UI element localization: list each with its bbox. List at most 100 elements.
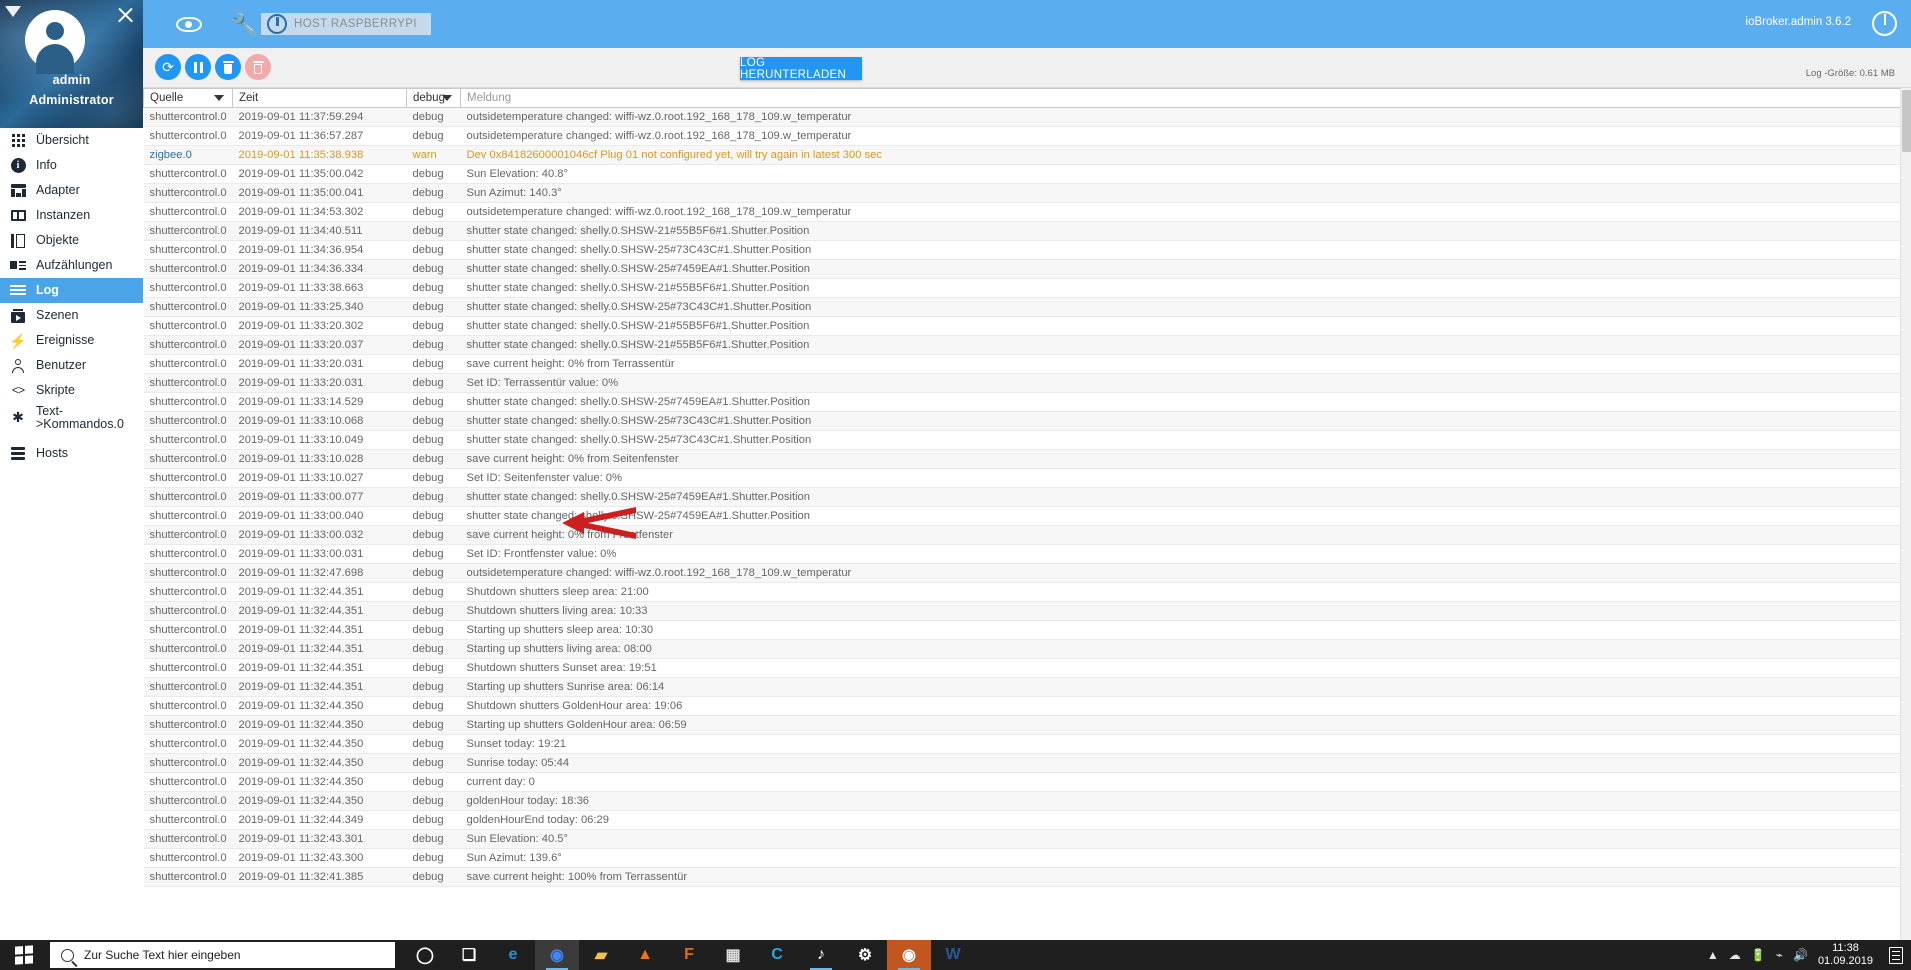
column-header-quelle[interactable]: Quelle — [143, 88, 233, 108]
table-row[interactable]: shuttercontrol.0 2019-09-01 11:34:36.954 d… — [143, 240, 1901, 260]
host-selector-chip[interactable]: HOST RASPBERRYPI — [261, 13, 431, 35]
trash-x-icon[interactable]: × — [245, 54, 271, 80]
sidebar-item-objekte[interactable]: Objekte — [0, 228, 143, 253]
sidebar-item-log[interactable]: Log — [0, 278, 143, 303]
scrollbar-thumb[interactable] — [1902, 90, 1911, 152]
table-row[interactable]: shuttercontrol.0 2019-09-01 11:32:44.351 d… — [143, 677, 1901, 697]
microsoft-edge-icon[interactable]: e — [491, 940, 535, 970]
cell-level: debug — [406, 487, 461, 507]
table-row[interactable]: shuttercontrol.0 2019-09-01 11:33:00.032 d… — [143, 525, 1901, 545]
eye-icon[interactable] — [176, 17, 202, 32]
table-row[interactable]: shuttercontrol.0 2019-09-01 11:33:00.031 d… — [143, 544, 1901, 564]
chevron-down-icon[interactable] — [442, 95, 452, 101]
battery-icon[interactable]: 🔋 — [1751, 948, 1766, 962]
table-row[interactable]: shuttercontrol.0 2019-09-01 11:33:10.068 d… — [143, 411, 1901, 431]
microsoft-word-icon[interactable]: W — [931, 940, 975, 970]
sidebar-item-ereignisse[interactable]: ⚡ Ereignisse — [0, 328, 143, 353]
taskbar-clock[interactable]: 11:38 01.09.2019 — [1818, 942, 1873, 968]
cell-source: shuttercontrol.0 — [143, 506, 233, 526]
amazon-music-icon[interactable]: ♪ — [799, 940, 843, 970]
table-row[interactable]: shuttercontrol.0 2019-09-01 11:35:00.041 d… — [143, 183, 1901, 203]
table-row[interactable]: shuttercontrol.0 2019-09-01 11:36:57.287 d… — [143, 126, 1901, 146]
table-row[interactable]: shuttercontrol.0 2019-09-01 11:34:40.511 d… — [143, 221, 1901, 241]
table-row[interactable]: shuttercontrol.0 2019-09-01 11:32:44.351 d… — [143, 582, 1901, 602]
wifi-icon[interactable]: ⌁ — [1776, 948, 1783, 962]
table-row[interactable]: shuttercontrol.0 2019-09-01 11:33:10.049 d… — [143, 430, 1901, 450]
table-row[interactable]: shuttercontrol.0 2019-09-01 11:32:43.301 d… — [143, 829, 1901, 849]
table-row[interactable]: shuttercontrol.0 2019-09-01 11:33:00.077 d… — [143, 487, 1901, 507]
taskbar-search-input[interactable]: Zur Suche Text hier eingeben — [50, 942, 395, 968]
c-app-icon[interactable]: C — [755, 940, 799, 970]
table-row[interactable]: shuttercontrol.0 2019-09-01 11:33:20.302 d… — [143, 316, 1901, 336]
table-row[interactable]: shuttercontrol.0 2019-09-01 11:32:44.350 d… — [143, 696, 1901, 716]
table-row[interactable]: shuttercontrol.0 2019-09-01 11:32:44.350 d… — [143, 791, 1901, 811]
table-row[interactable]: shuttercontrol.0 2019-09-01 11:37:59.294 d… — [143, 107, 1901, 127]
sidebar-item-benutzer[interactable]: Benutzer — [0, 353, 143, 378]
table-row[interactable]: shuttercontrol.0 2019-09-01 11:33:10.028 d… — [143, 449, 1901, 469]
cell-message: save current height: 0% from Frontfenste… — [460, 525, 1901, 545]
table-row[interactable]: shuttercontrol.0 2019-09-01 11:34:53.302 d… — [143, 202, 1901, 222]
column-header-severity[interactable]: debug — [406, 88, 461, 108]
sidebar-item-text-kommandos[interactable]: ✱ Text->Kommandos.0 — [0, 403, 143, 441]
sidebar-item-aufzaehlungen[interactable]: Aufzählungen — [0, 253, 143, 278]
table-row[interactable]: shuttercontrol.0 2019-09-01 11:32:44.350 d… — [143, 734, 1901, 754]
sidebar-item-hosts[interactable]: Hosts — [0, 441, 143, 466]
table-row[interactable]: shuttercontrol.0 2019-09-01 11:32:44.349 d… — [143, 810, 1901, 830]
onedrive-cloud-icon[interactable]: ☁ — [1729, 948, 1741, 962]
settings-gear-icon[interactable]: ⚙ — [843, 940, 887, 970]
chevron-down-icon[interactable] — [214, 95, 224, 101]
sidebar-item-szenen[interactable]: Szenen — [0, 303, 143, 328]
avira-icon[interactable]: ◉ — [887, 940, 931, 970]
refresh-icon[interactable]: ⟳ — [155, 54, 181, 80]
table-row[interactable]: shuttercontrol.0 2019-09-01 11:35:00.042 d… — [143, 164, 1901, 184]
close-icon[interactable] — [115, 5, 135, 25]
table-row[interactable]: shuttercontrol.0 2019-09-01 11:33:25.340 d… — [143, 297, 1901, 317]
table-row[interactable]: shuttercontrol.0 2019-09-01 11:32:44.350 d… — [143, 715, 1901, 735]
download-log-button[interactable]: LOG HERUNTERLADEN — [740, 57, 862, 81]
table-row[interactable]: shuttercontrol.0 2019-09-01 11:32:47.698 d… — [143, 563, 1901, 583]
trash-icon[interactable] — [215, 54, 241, 80]
table-row[interactable]: zigbee.0 2019-09-01 11:35:38.938 warn Dev 0… — [143, 145, 1901, 165]
speaker-icon[interactable]: 🔊 — [1793, 948, 1808, 962]
table-row[interactable]: shuttercontrol.0 2019-09-01 11:33:20.037 d… — [143, 335, 1901, 355]
table-row[interactable]: shuttercontrol.0 2019-09-01 11:32:44.351 d… — [143, 658, 1901, 678]
table-row[interactable]: shuttercontrol.0 2019-09-01 11:32:44.351 d… — [143, 620, 1901, 640]
power-icon[interactable] — [1872, 11, 1897, 36]
table-row[interactable]: shuttercontrol.0 2019-09-01 11:32:43.300 d… — [143, 848, 1901, 868]
table-row[interactable]: shuttercontrol.0 2019-09-01 11:32:44.350 d… — [143, 753, 1901, 773]
column-header-meldung[interactable]: Meldung — [460, 88, 1901, 108]
table-row[interactable]: shuttercontrol.0 2019-09-01 11:32:44.351 d… — [143, 601, 1901, 621]
sidebar-item-info[interactable]: i Info — [0, 153, 143, 178]
sidebar-item-instanzen[interactable]: Instanzen — [0, 203, 143, 228]
cell-message: Sunrise today: 05:44 — [460, 753, 1901, 773]
table-row[interactable]: shuttercontrol.0 2019-09-01 11:33:10.027 d… — [143, 468, 1901, 488]
foxit-reader-icon[interactable]: F — [667, 940, 711, 970]
vlc-media-player-icon[interactable]: ▲ — [623, 940, 667, 970]
table-row[interactable]: shuttercontrol.0 2019-09-01 11:33:38.663 d… — [143, 278, 1901, 298]
sidebar-item-adapter[interactable]: Adapter — [0, 178, 143, 203]
table-row[interactable]: shuttercontrol.0 2019-09-01 11:32:44.350 d… — [143, 772, 1901, 792]
google-chrome-icon[interactable]: ◉ — [535, 940, 579, 970]
sidebar-item-uebersicht[interactable]: Übersicht — [0, 128, 143, 153]
wrench-icon[interactable]: 🔧 — [231, 12, 258, 38]
column-header-zeit[interactable]: Zeit — [232, 88, 407, 108]
task-view-icon[interactable]: ❏ — [447, 940, 491, 970]
table-row[interactable]: shuttercontrol.0 2019-09-01 11:33:20.031 d… — [143, 354, 1901, 374]
table-row[interactable]: shuttercontrol.0 2019-09-01 11:34:36.334 d… — [143, 259, 1901, 279]
log-table-container[interactable]: Quelle Zeit debug Meldung shuttercontrol… — [143, 88, 1911, 940]
caret-down-icon[interactable] — [5, 6, 21, 17]
pause-icon[interactable] — [185, 54, 211, 80]
table-row[interactable]: shuttercontrol.0 2019-09-01 11:32:41.385 d… — [143, 867, 1901, 887]
tray-chevron-up-icon[interactable]: ▲ — [1707, 948, 1719, 962]
vertical-scrollbar[interactable] — [1900, 88, 1911, 940]
table-row[interactable]: shuttercontrol.0 2019-09-01 11:33:14.529 d… — [143, 392, 1901, 412]
windows-start-icon[interactable] — [0, 940, 48, 970]
table-row[interactable]: shuttercontrol.0 2019-09-01 11:33:20.031 d… — [143, 373, 1901, 393]
table-row[interactable]: shuttercontrol.0 2019-09-01 11:33:00.040 d… — [143, 506, 1901, 526]
file-explorer-icon[interactable]: ▰ — [579, 940, 623, 970]
sidebar-item-skripte[interactable]: <> Skripte — [0, 378, 143, 403]
table-row[interactable]: shuttercontrol.0 2019-09-01 11:32:44.351 d… — [143, 639, 1901, 659]
cortana-icon[interactable]: ◯ — [403, 940, 447, 970]
calculator-icon[interactable]: ▦ — [711, 940, 755, 970]
action-center-icon[interactable] — [1889, 946, 1903, 964]
